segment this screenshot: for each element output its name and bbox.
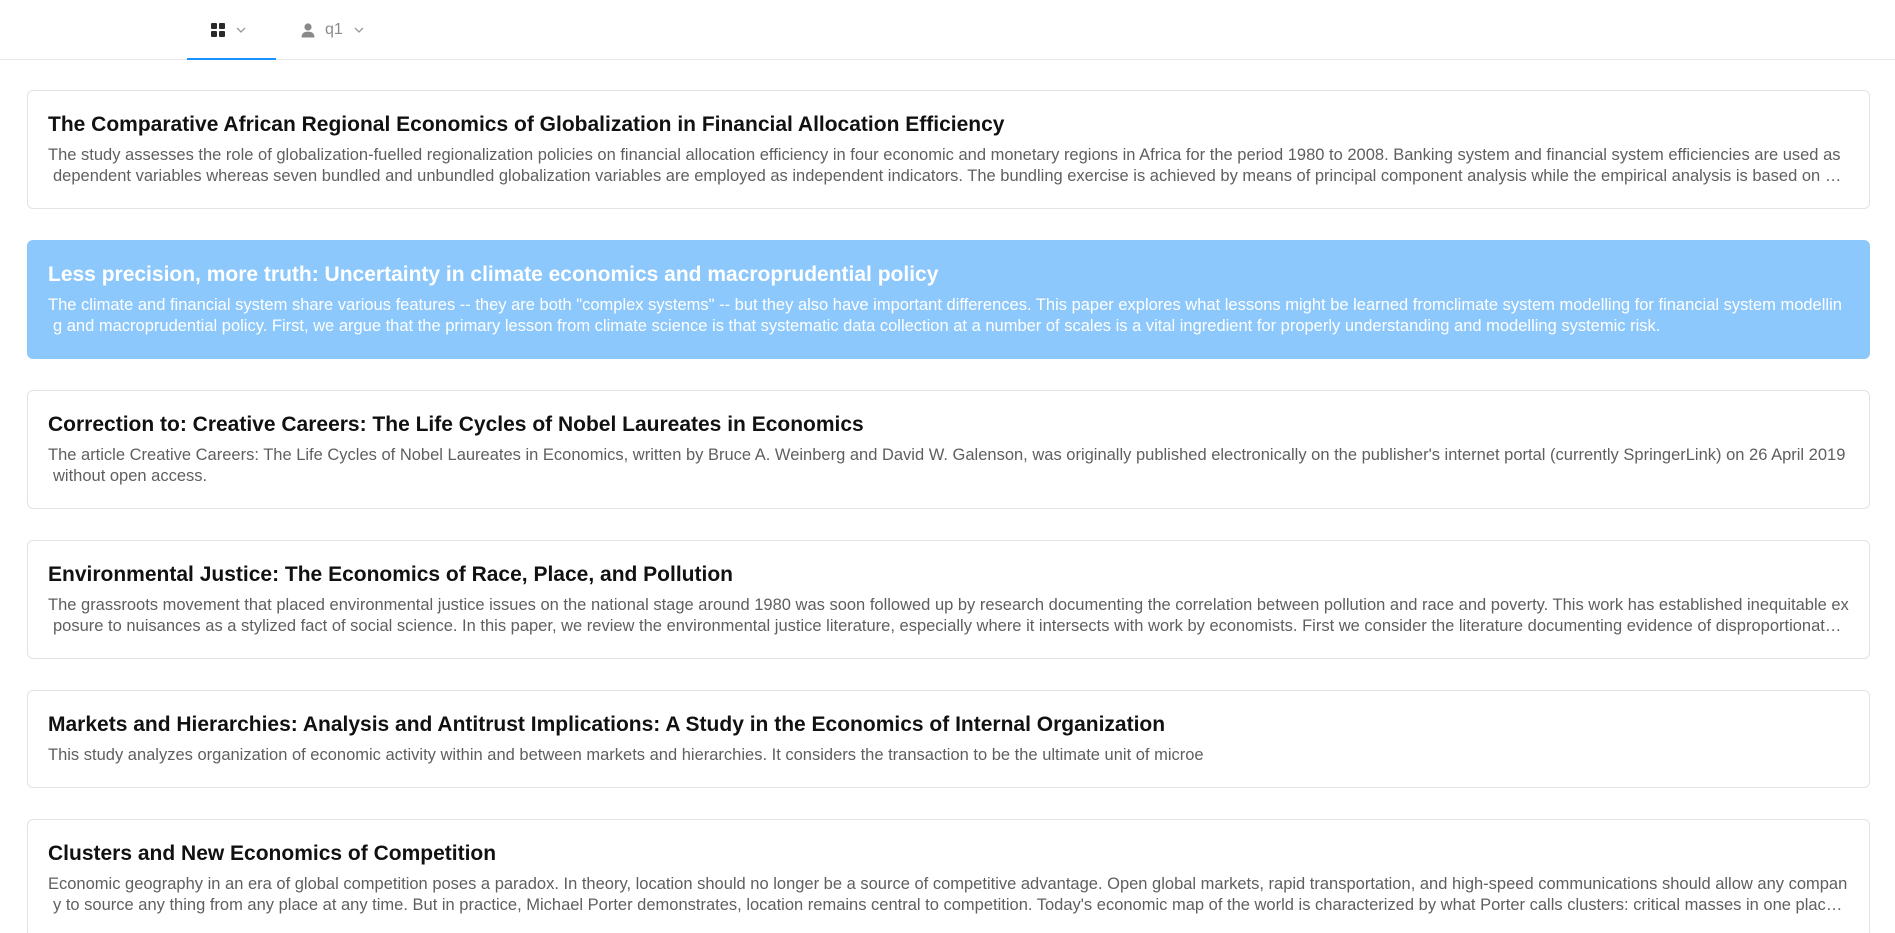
user-name: q1 bbox=[325, 20, 343, 38]
chevron-down-icon bbox=[353, 24, 365, 36]
paper-title[interactable]: Environmental Justice: The Economics of … bbox=[48, 561, 1849, 588]
paper-card[interactable]: Clusters and New Economics of Competitio… bbox=[27, 819, 1870, 933]
paper-list: The Comparative African Regional Economi… bbox=[27, 90, 1870, 933]
paper-title[interactable]: Clusters and New Economics of Competitio… bbox=[48, 840, 1849, 867]
user-menu-tab[interactable]: q1 bbox=[300, 0, 365, 59]
paper-card[interactable]: Environmental Justice: The Economics of … bbox=[27, 540, 1870, 659]
top-navigation-bar: q1 bbox=[0, 0, 1895, 60]
paper-card[interactable]: Markets and Hierarchies: Analysis and An… bbox=[27, 690, 1870, 788]
grid-icon bbox=[211, 22, 225, 37]
paper-abstract: This study analyzes organization of econ… bbox=[48, 746, 1204, 764]
paper-abstract: The grassroots movement that placed envi… bbox=[48, 596, 1849, 635]
paper-title[interactable]: Correction to: Creative Careers: The Lif… bbox=[48, 411, 1849, 438]
paper-abstract: The study assesses the role of globaliza… bbox=[48, 146, 1844, 185]
paper-abstract: Economic geography in an era of global c… bbox=[48, 875, 1849, 914]
chevron-down-icon bbox=[235, 24, 247, 36]
paper-card[interactable]: The Comparative African Regional Economi… bbox=[27, 90, 1870, 209]
paper-title[interactable]: The Comparative African Regional Economi… bbox=[48, 111, 1849, 138]
paper-abstract: The climate and financial system share v… bbox=[48, 296, 1842, 335]
paper-card[interactable]: Correction to: Creative Careers: The Lif… bbox=[27, 390, 1870, 509]
paper-card-selected[interactable]: Less precision, more truth: Uncertainty … bbox=[27, 240, 1870, 359]
paper-title[interactable]: Less precision, more truth: Uncertainty … bbox=[48, 261, 1849, 288]
paper-title[interactable]: Markets and Hierarchies: Analysis and An… bbox=[48, 711, 1849, 738]
paper-abstract: The article Creative Careers: The Life C… bbox=[48, 446, 1846, 485]
apps-menu-tab[interactable] bbox=[187, 0, 276, 60]
user-icon bbox=[300, 22, 316, 38]
